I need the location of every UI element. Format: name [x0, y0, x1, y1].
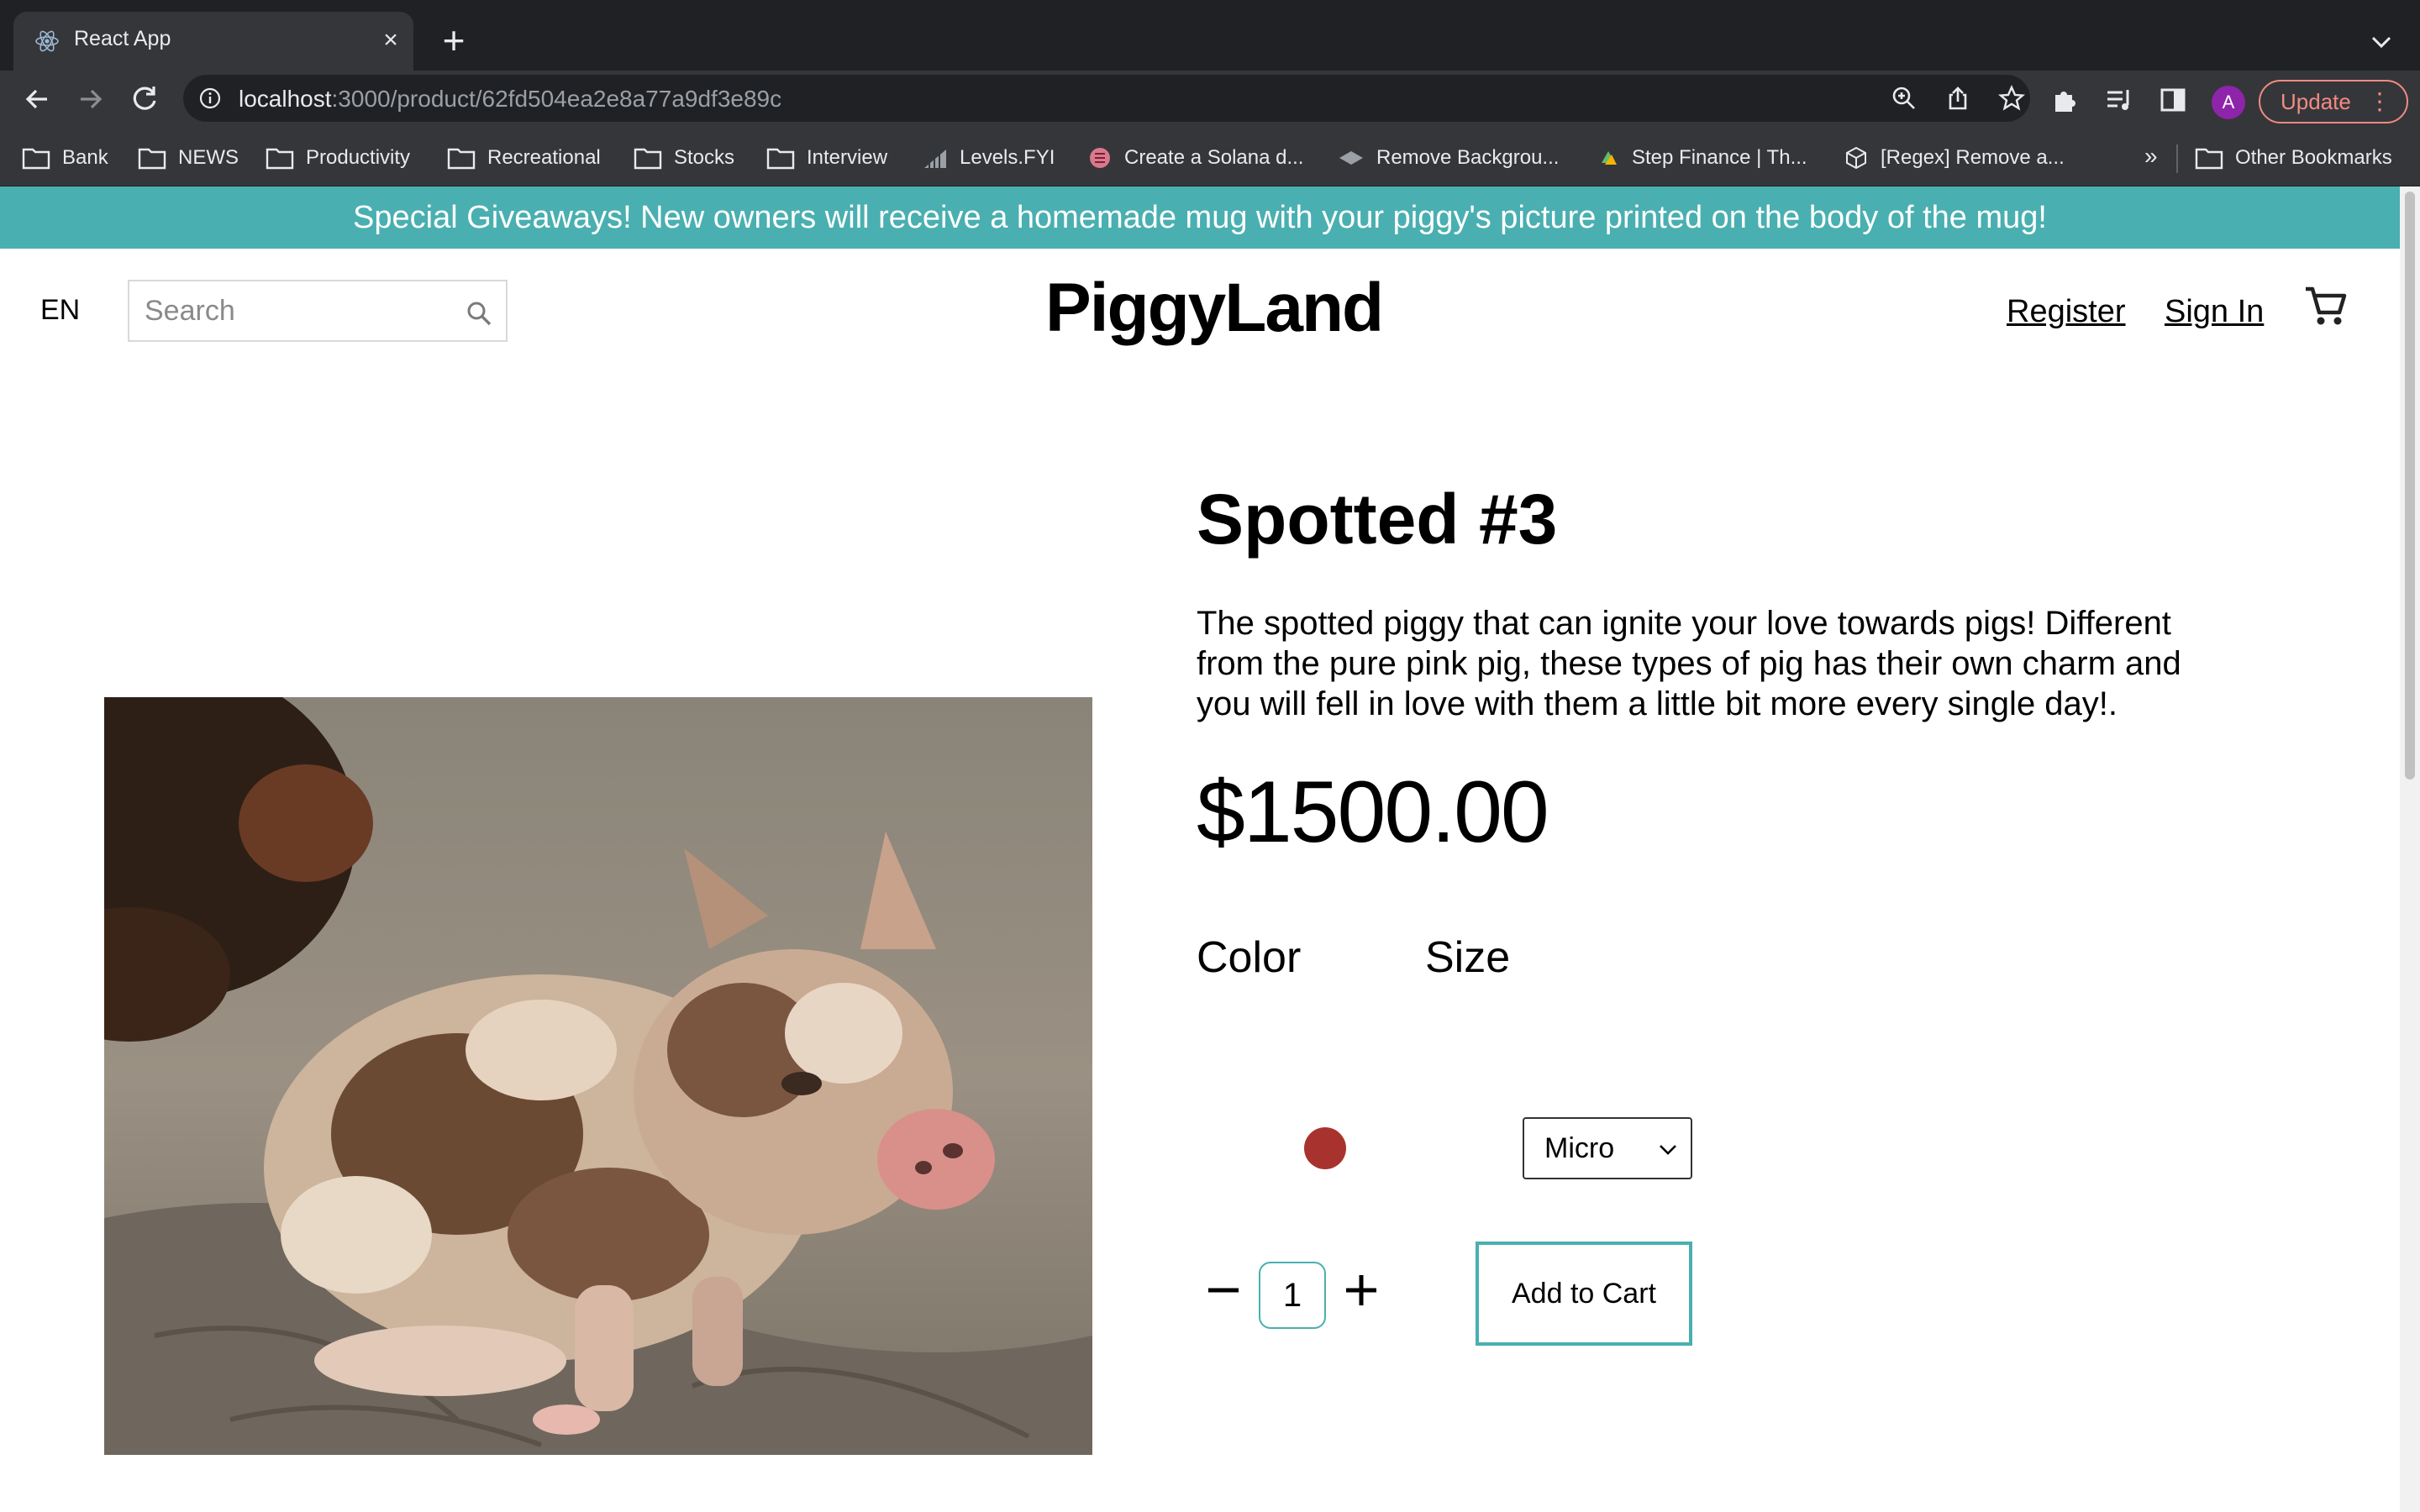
product-image — [104, 697, 1092, 1455]
react-icon — [35, 30, 59, 52]
bookmark-bank[interactable]: Bank — [22, 144, 108, 171]
bookmark-star-icon[interactable] — [1998, 85, 2025, 112]
folder-icon — [2195, 148, 2223, 170]
info-icon[interactable] — [198, 87, 222, 110]
color-label: Color — [1197, 933, 1302, 982]
language-selector[interactable]: EN — [40, 294, 80, 327]
folder-icon — [22, 148, 50, 170]
size-selected-value: Micro — [1544, 1132, 1615, 1164]
bookmark-label: Stocks — [674, 146, 735, 169]
more-menu-icon[interactable]: ⋮ — [2368, 81, 2391, 122]
search-icon[interactable] — [464, 298, 494, 328]
levels-favicon — [924, 150, 946, 168]
solana-favicon — [1090, 148, 1110, 168]
chevron-down-icon — [1660, 1145, 1676, 1155]
product-title: Spotted #3 — [1197, 480, 1558, 559]
add-to-cart-button[interactable]: Add to Cart — [1476, 1242, 1692, 1346]
bookmark-interview[interactable]: Interview — [766, 144, 887, 171]
product-price: $1500.00 — [1197, 764, 1549, 861]
bookmarks-separator — [2176, 144, 2178, 173]
bookmarks-bar: Bank NEWS Productivity Recreational Stoc… — [0, 126, 2420, 186]
site-logo[interactable]: PiggyLand — [1045, 269, 1384, 348]
browser-tab[interactable]: React App × — [13, 12, 413, 71]
announcement-banner: Special Giveaways! New owners will recei… — [0, 186, 2400, 249]
bookmark-label: Productivity — [306, 146, 411, 169]
scrollbar-thumb[interactable] — [2405, 192, 2415, 780]
sign-in-link[interactable]: Sign In — [2165, 294, 2264, 330]
bookmark-label: NEWS — [178, 146, 239, 169]
other-bookmarks-label: Other Bookmarks — [2235, 146, 2392, 169]
decrease-quantity-icon[interactable] — [1202, 1268, 1245, 1312]
page-scrollbar[interactable] — [2400, 186, 2420, 1512]
web-page: Special Giveaways! New owners will recei… — [0, 186, 2400, 1512]
bookmark-label: Recreational — [487, 146, 601, 169]
other-bookmarks[interactable]: Other Bookmarks — [2195, 144, 2392, 171]
bookmark-regex[interactable]: [Regex] Remove a... — [1844, 144, 2065, 171]
bookmark-recreational[interactable]: Recreational — [447, 144, 601, 171]
search-input[interactable] — [145, 293, 447, 328]
bookmark-label: Bank — [62, 146, 108, 169]
browser-toolbar: localhost:3000/product/62fd504ea2e8a77a9… — [0, 71, 2420, 126]
bookmark-remove-bg[interactable]: Remove Backgrou... — [1338, 144, 1559, 171]
address-bar[interactable]: localhost:3000/product/62fd504ea2e8a77a9… — [183, 75, 2030, 122]
bookmark-label: Remove Backgrou... — [1376, 146, 1560, 169]
forward-arrow-icon[interactable] — [72, 81, 109, 118]
bookmark-label: [Regex] Remove a... — [1881, 146, 2065, 169]
reload-icon[interactable] — [126, 81, 163, 118]
browser-tab-bar: React App × + — [0, 0, 2420, 71]
folder-icon — [634, 148, 662, 170]
profile-avatar[interactable]: A — [2212, 86, 2245, 119]
increase-quantity-icon[interactable] — [1339, 1268, 1383, 1312]
bookmark-label: Levels.FYI — [960, 146, 1055, 169]
extensions-icon[interactable] — [2050, 85, 2081, 115]
register-link[interactable]: Register — [2007, 294, 2126, 330]
tab-search-chevron-icon[interactable] — [2365, 25, 2398, 59]
media-queue-icon[interactable] — [2104, 85, 2134, 115]
bookmark-news[interactable]: NEWS — [138, 144, 239, 171]
bookmark-levels-fyi[interactable]: Levels.FYI — [923, 144, 1055, 171]
color-swatch[interactable] — [1304, 1127, 1346, 1169]
shopping-cart-icon[interactable] — [2302, 282, 2349, 329]
bookmarks-overflow-button[interactable]: » — [2144, 143, 2158, 170]
back-arrow-icon[interactable] — [18, 81, 55, 118]
update-label: Update — [2281, 89, 2351, 114]
step-favicon — [1602, 151, 1617, 165]
folder-icon — [266, 148, 294, 170]
size-label: Size — [1425, 933, 1511, 982]
product-description: The spotted piggy that can ignite your l… — [1197, 605, 2181, 722]
folder-icon — [447, 148, 476, 170]
bookmark-stocks[interactable]: Stocks — [634, 144, 734, 171]
bookmark-solana[interactable]: Create a Solana d... — [1087, 144, 1303, 171]
folder-icon — [766, 148, 795, 170]
removebg-favicon — [1339, 151, 1363, 165]
tab-title: React App — [74, 27, 171, 50]
bookmark-label: Interview — [807, 146, 888, 169]
new-tab-button[interactable]: + — [437, 21, 471, 60]
search-box — [128, 280, 508, 342]
size-select[interactable]: Micro — [1523, 1117, 1692, 1179]
quantity-value: 1 — [1259, 1262, 1326, 1329]
bookmark-step-finance[interactable]: Step Finance | Th... — [1597, 144, 1807, 171]
close-tab-icon[interactable]: × — [376, 26, 405, 55]
zoom-icon[interactable] — [1891, 85, 1918, 112]
regex-favicon — [1846, 146, 1866, 170]
url-text[interactable]: localhost:3000/product/62fd504ea2e8a77a9… — [239, 86, 781, 113]
bookmark-productivity[interactable]: Productivity — [266, 144, 410, 171]
bookmark-label: Step Finance | Th... — [1632, 146, 1807, 169]
update-button[interactable]: Update ⋮ — [2259, 80, 2408, 123]
folder-icon — [138, 148, 166, 170]
bookmark-label: Create a Solana d... — [1124, 146, 1304, 169]
share-icon[interactable] — [1944, 85, 1971, 112]
side-panel-icon[interactable] — [2158, 85, 2188, 115]
